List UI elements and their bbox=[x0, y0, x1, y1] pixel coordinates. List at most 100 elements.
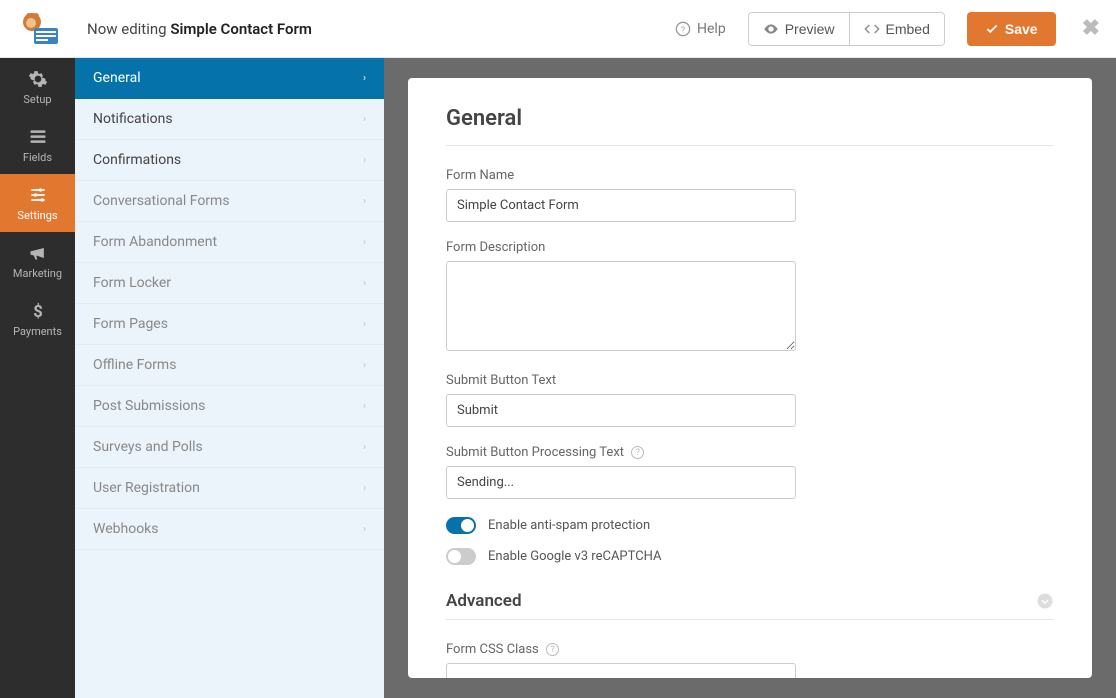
sub-item-offline-forms[interactable]: Offline Forms › bbox=[75, 345, 384, 386]
sub-item-label: Notifications bbox=[93, 111, 173, 127]
sub-item-confirmations[interactable]: Confirmations › bbox=[75, 140, 384, 181]
left-rail: Setup Fields Settings Marketing $ Paymen… bbox=[0, 58, 75, 698]
chevron-right-icon: › bbox=[363, 155, 366, 166]
sub-item-general[interactable]: General › bbox=[75, 58, 384, 99]
embed-label: Embed bbox=[886, 21, 930, 37]
form-description-input[interactable] bbox=[446, 261, 796, 351]
chevron-right-icon: › bbox=[363, 442, 366, 453]
help-icon: ? bbox=[675, 21, 691, 37]
rail-item-setup[interactable]: Setup bbox=[0, 58, 75, 116]
chevron-right-icon: › bbox=[363, 196, 366, 207]
sub-item-notifications[interactable]: Notifications › bbox=[75, 99, 384, 140]
sub-item-label: Post Submissions bbox=[93, 398, 205, 414]
sub-item-conversational[interactable]: Conversational Forms › bbox=[75, 181, 384, 222]
settings-sub-sidebar: General › Notifications › Confirmations … bbox=[75, 58, 384, 698]
divider bbox=[446, 145, 1054, 146]
sub-item-webhooks[interactable]: Webhooks › bbox=[75, 509, 384, 550]
form-css-label: Form CSS Class ? bbox=[446, 642, 1054, 657]
sub-item-form-abandonment[interactable]: Form Abandonment › bbox=[75, 222, 384, 263]
code-icon bbox=[864, 21, 880, 37]
preview-embed-group: Preview Embed bbox=[748, 12, 945, 46]
sub-item-label: Form Locker bbox=[93, 275, 171, 291]
form-name-input[interactable] bbox=[446, 189, 796, 222]
sliders-icon bbox=[28, 185, 48, 205]
sub-item-label: Conversational Forms bbox=[93, 193, 230, 209]
form-css-label-text: Form CSS Class bbox=[446, 642, 539, 657]
help-link[interactable]: ? Help bbox=[675, 21, 726, 37]
sub-item-form-locker[interactable]: Form Locker › bbox=[75, 263, 384, 304]
sub-item-user-registration[interactable]: User Registration › bbox=[75, 468, 384, 509]
sub-item-form-pages[interactable]: Form Pages › bbox=[75, 304, 384, 345]
divider bbox=[446, 619, 1054, 620]
toggle-recaptcha-label: Enable Google v3 reCAPTCHA bbox=[488, 549, 662, 564]
toggle-antispam[interactable] bbox=[446, 517, 476, 534]
general-settings-panel: General Form Name Form Description Submi… bbox=[408, 78, 1092, 678]
processing-text-label: Submit Button Processing Text ? bbox=[446, 445, 1054, 460]
chevron-right-icon: › bbox=[363, 319, 366, 330]
section-header-advanced[interactable]: Advanced bbox=[446, 591, 1054, 611]
sub-item-label: User Registration bbox=[93, 480, 200, 496]
toggle-recaptcha[interactable] bbox=[446, 548, 476, 565]
preview-button[interactable]: Preview bbox=[749, 13, 849, 45]
chevron-right-icon: › bbox=[363, 524, 366, 535]
processing-text-label-text: Submit Button Processing Text bbox=[446, 445, 624, 460]
sub-item-label: Surveys and Polls bbox=[93, 439, 203, 455]
chevron-right-icon: › bbox=[363, 114, 366, 125]
sub-item-label: Form Pages bbox=[93, 316, 168, 332]
topbar: Now editing Simple Contact Form ? Help P… bbox=[0, 0, 1116, 58]
processing-text-input[interactable] bbox=[446, 466, 796, 499]
editing-title: Now editing Simple Contact Form bbox=[87, 20, 312, 38]
chevron-right-icon: › bbox=[363, 401, 366, 412]
chevron-right-icon: › bbox=[363, 237, 366, 248]
editing-form-name: Simple Contact Form bbox=[170, 20, 312, 38]
save-button[interactable]: Save bbox=[967, 12, 1056, 46]
list-icon bbox=[28, 127, 48, 147]
section-heading-advanced: Advanced bbox=[446, 591, 522, 611]
field-form-description: Form Description bbox=[446, 240, 1054, 355]
field-form-name: Form Name bbox=[446, 168, 1054, 222]
sub-item-label: General bbox=[93, 70, 141, 86]
submit-text-label: Submit Button Text bbox=[446, 373, 1054, 388]
form-name-label: Form Name bbox=[446, 168, 1054, 183]
editing-prefix: Now editing bbox=[87, 20, 167, 38]
section-heading-general: General bbox=[446, 106, 1054, 131]
close-icon[interactable]: ✖ bbox=[1082, 16, 1100, 41]
help-tooltip-icon[interactable]: ? bbox=[546, 643, 559, 656]
chevron-down-icon bbox=[1036, 592, 1054, 610]
svg-text:?: ? bbox=[681, 25, 685, 35]
sub-item-label: Webhooks bbox=[93, 521, 159, 537]
sub-item-label: Confirmations bbox=[93, 152, 181, 168]
rail-item-marketing[interactable]: Marketing bbox=[0, 232, 75, 290]
bullhorn-icon bbox=[28, 243, 48, 263]
chevron-right-icon: › bbox=[363, 483, 366, 494]
rail-label: Payments bbox=[13, 325, 62, 338]
check-icon bbox=[985, 22, 999, 36]
chevron-right-icon: › bbox=[363, 278, 366, 289]
dollar-icon: $ bbox=[28, 301, 48, 321]
rail-item-fields[interactable]: Fields bbox=[0, 116, 75, 174]
field-submit-text: Submit Button Text bbox=[446, 373, 1054, 427]
chevron-right-icon: › bbox=[363, 360, 366, 371]
help-label: Help bbox=[697, 21, 726, 37]
save-label: Save bbox=[1005, 21, 1038, 37]
sub-item-post-submissions[interactable]: Post Submissions › bbox=[75, 386, 384, 427]
app-logo bbox=[0, 12, 75, 46]
rail-label: Settings bbox=[17, 209, 57, 222]
eye-icon bbox=[763, 21, 779, 37]
chevron-right-icon: › bbox=[363, 73, 366, 84]
toggle-antispam-row: Enable anti-spam protection bbox=[446, 517, 1054, 534]
embed-button[interactable]: Embed bbox=[849, 13, 944, 45]
rail-item-payments[interactable]: $ Payments bbox=[0, 290, 75, 348]
field-processing-text: Submit Button Processing Text ? bbox=[446, 445, 1054, 499]
help-tooltip-icon[interactable]: ? bbox=[631, 446, 644, 459]
gear-icon bbox=[28, 69, 48, 89]
rail-item-settings[interactable]: Settings bbox=[0, 174, 75, 232]
toggle-recaptcha-row: Enable Google v3 reCAPTCHA bbox=[446, 548, 1054, 565]
sub-item-surveys-polls[interactable]: Surveys and Polls › bbox=[75, 427, 384, 468]
canvas-area: General Form Name Form Description Submi… bbox=[384, 58, 1116, 698]
rail-label: Fields bbox=[23, 151, 52, 164]
field-form-css: Form CSS Class ? bbox=[446, 642, 1054, 678]
submit-text-input[interactable] bbox=[446, 394, 796, 427]
svg-text:$: $ bbox=[33, 302, 43, 320]
form-css-input[interactable] bbox=[446, 663, 796, 678]
